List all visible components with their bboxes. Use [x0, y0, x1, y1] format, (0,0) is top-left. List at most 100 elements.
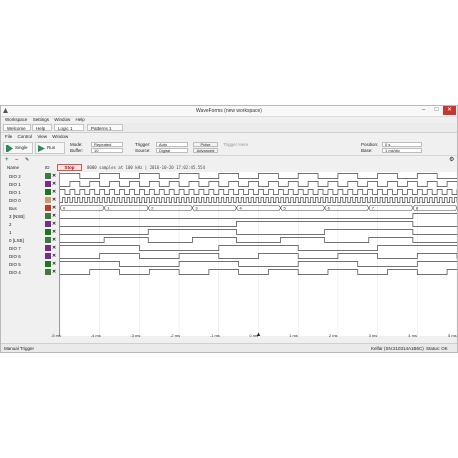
run-button[interactable]: Run	[35, 142, 65, 154]
signal-row[interactable]: DIO 1 ✕	[1, 188, 59, 196]
tab-help[interactable]: Help	[32, 124, 52, 131]
base-label: Base:	[361, 148, 373, 153]
name-column-header: Name	[7, 165, 20, 170]
remove-signal-icon[interactable]: ✕	[52, 173, 56, 179]
signal-trace	[60, 173, 457, 179]
remove-signal-icon[interactable]: ✕	[52, 261, 56, 267]
stop-button[interactable]: Stop	[57, 164, 82, 171]
source-select[interactable]: Digital	[156, 148, 188, 153]
menu-settings[interactable]: Settings	[33, 117, 49, 122]
minimize-button[interactable]: –	[417, 106, 430, 115]
signal-color-swatch[interactable]	[45, 213, 51, 219]
tab-logic-label: Logic 1	[58, 126, 73, 131]
signal-row[interactable]: 2 ✕	[1, 220, 59, 228]
signal-name: Bus	[9, 205, 17, 211]
signal-color-swatch[interactable]	[45, 229, 51, 235]
tab-welcome-label: Welcome	[7, 126, 26, 131]
signal-row[interactable]: Bus ✕	[1, 204, 59, 212]
signal-row[interactable]: DIO 1 ✕	[1, 180, 59, 188]
bus-value-label: 4	[239, 206, 242, 211]
remove-signal-icon[interactable]: ✕	[52, 253, 56, 259]
trigger-select[interactable]: Auto	[156, 142, 188, 147]
menu-window[interactable]: Window	[54, 117, 70, 122]
buffer-input[interactable]: 10	[91, 148, 123, 153]
signal-color-swatch[interactable]	[45, 221, 51, 227]
remove-signal-icon[interactable]: ✕	[52, 237, 56, 243]
signal-color-swatch[interactable]	[45, 261, 51, 267]
settings-gear-icon[interactable]: ⚙	[449, 156, 454, 163]
signal-row[interactable]: DIO 6 ✕	[1, 252, 59, 260]
mode-label: Mode:	[70, 142, 83, 147]
signal-trace	[60, 197, 457, 203]
statusbar-device[interactable]: Kelfar (SN:210314A1B6C)	[371, 346, 424, 351]
edit-channel-icon[interactable]: ✎	[25, 157, 29, 163]
remove-signal-icon[interactable]: ✕	[52, 245, 56, 251]
advanced-button[interactable]: Advanced	[193, 148, 218, 153]
signal-color-swatch[interactable]	[45, 181, 51, 187]
acquisition-status: 8000 samples at 100 kHz | 2016-10-20 17:…	[87, 165, 206, 170]
signal-color-swatch[interactable]	[45, 173, 51, 179]
signal-color-swatch[interactable]	[45, 197, 51, 203]
status-bar: Manual Trigger Kelfar (SN:210314A1B6C) S…	[1, 343, 457, 352]
signal-row[interactable]: 1 ✕	[1, 228, 59, 236]
signal-row[interactable]: 0 [LSB] ✕	[1, 236, 59, 244]
tab-welcome[interactable]: Welcome	[3, 124, 31, 131]
time-tick-label: -1 ms	[209, 333, 220, 338]
bus-value-label: 1	[107, 206, 110, 211]
remove-signal-icon[interactable]: ✕	[52, 229, 56, 235]
base-select[interactable]: 1 ms/div	[382, 148, 422, 153]
bus-segment	[368, 205, 414, 211]
remove-signal-icon[interactable]: ✕	[52, 205, 56, 211]
menu-file[interactable]: File	[5, 134, 12, 139]
bus-segment	[280, 205, 326, 211]
signal-color-swatch[interactable]	[45, 253, 51, 259]
remove-signal-icon[interactable]: ✕	[52, 269, 56, 275]
signal-color-swatch[interactable]	[45, 189, 51, 195]
single-button[interactable]: Single	[3, 142, 33, 154]
menu-control[interactable]: Control	[18, 134, 33, 139]
tab-patterns[interactable]: Patterns 1	[87, 124, 123, 131]
signal-name: DIO 0	[9, 197, 21, 203]
signal-row[interactable]: DIO 7 ✕	[1, 244, 59, 252]
remove-signal-icon[interactable]: ✕	[52, 213, 56, 219]
maximize-button[interactable]: □	[430, 106, 443, 115]
signal-row[interactable]: DIO 2 ✕	[1, 172, 59, 180]
signal-row[interactable]: DIO 0 ✕	[1, 196, 59, 204]
remove-signal-icon[interactable]: ✕	[52, 221, 56, 227]
remove-signal-icon[interactable]: ✕	[52, 181, 56, 187]
bus-segment	[412, 205, 457, 211]
trigger-hint: Trigger Here	[223, 142, 249, 147]
bus-segment	[59, 205, 105, 211]
time-tick-label: 2 ms	[328, 333, 338, 338]
signal-name: 1	[9, 229, 12, 235]
source-label: Source:	[135, 148, 151, 153]
signal-color-swatch[interactable]	[45, 205, 51, 211]
time-axis: -5 ms -4 ms -3 ms -2 ms -1 ms 0 ms 1 ms 2 ms 3 m…	[1, 332, 457, 342]
waveform-plot[interactable]: 0 1 2 3 4 5 6 7 8	[59, 172, 457, 336]
remove-signal-icon[interactable]: ✕	[52, 197, 56, 203]
signal-trace	[60, 253, 457, 259]
position-input[interactable]: 0 s	[382, 142, 422, 147]
signal-name: DIO 5	[9, 261, 21, 267]
menu-window2[interactable]: Window	[52, 134, 68, 139]
trigger-position-icon[interactable]: ▲	[256, 332, 262, 338]
mode-select[interactable]: Repeated	[91, 142, 123, 147]
signal-row[interactable]: DIO 5 ✕	[1, 260, 59, 268]
signal-trace	[60, 181, 457, 187]
pulse-button[interactable]: Pulse	[193, 142, 218, 147]
single-label: Single	[15, 145, 28, 150]
signal-color-swatch[interactable]	[45, 237, 51, 243]
signal-color-swatch[interactable]	[45, 245, 51, 251]
tab-logic[interactable]: Logic 1	[54, 124, 84, 131]
remove-signal-icon[interactable]: ✕	[52, 189, 56, 195]
signal-row[interactable]: 3 [NSB] ✕	[1, 212, 59, 220]
remove-channel-icon[interactable]: –	[15, 157, 18, 163]
signal-trace	[60, 189, 457, 195]
add-channel-icon[interactable]: +	[5, 157, 9, 163]
menu-view[interactable]: View	[37, 134, 47, 139]
signal-color-swatch[interactable]	[45, 269, 51, 275]
menu-help[interactable]: Help	[76, 117, 85, 122]
signal-row[interactable]: DIO 4 ✕	[1, 268, 59, 276]
menu-workspace[interactable]: Workspace	[5, 117, 27, 122]
close-button[interactable]: ✕	[443, 106, 456, 115]
